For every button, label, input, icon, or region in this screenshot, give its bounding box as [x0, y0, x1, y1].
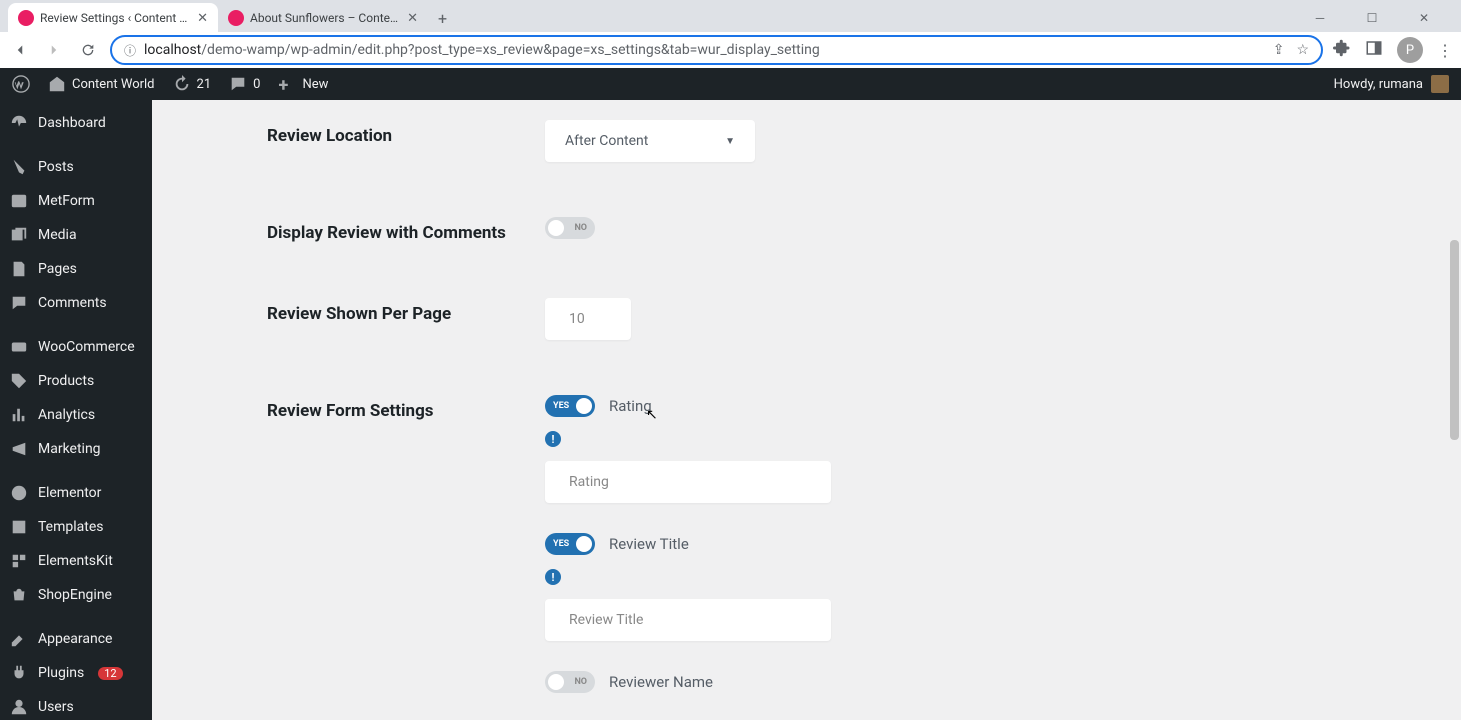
sidebar-item-elementskit[interactable]: ElementsKit — [0, 544, 152, 578]
admin-sidebar: Dashboard Posts MetForm Media Pages Comm… — [0, 100, 152, 720]
sidebar-item-appearance[interactable]: Appearance — [0, 622, 152, 656]
label-form-settings: Review Form Settings — [267, 395, 545, 421]
window-controls: ─ ☐ ✕ — [1303, 11, 1453, 25]
site-name-link[interactable]: Content World — [48, 75, 155, 93]
toggle-reviewer-name[interactable]: NO — [545, 671, 595, 693]
new-content-link[interactable]: +New — [278, 75, 328, 93]
wp-logo[interactable] — [12, 75, 30, 93]
label-per-page: Review Shown Per Page — [267, 298, 545, 324]
info-icon[interactable]: ! — [545, 569, 561, 585]
nav-bar: ⓘ localhost/demo-wamp/wp-admin/edit.php?… — [0, 32, 1461, 68]
extensions-icon[interactable] — [1333, 39, 1351, 61]
address-bar[interactable]: ⓘ localhost/demo-wamp/wp-admin/edit.php?… — [110, 35, 1323, 65]
sidebar-item-comments[interactable]: Comments — [0, 286, 152, 320]
input-rating-label[interactable]: Rating — [545, 461, 831, 503]
forward-button[interactable] — [42, 38, 66, 62]
label-display-with-comments: Display Review with Comments — [267, 217, 545, 243]
form-item-title: Rating — [609, 397, 652, 415]
url-text: localhost/demo-wamp/wp-admin/edit.php?po… — [144, 42, 1265, 58]
sidebar-item-dashboard[interactable]: Dashboard — [0, 106, 152, 140]
sidebar-item-elementor[interactable]: Elementor — [0, 476, 152, 510]
close-icon[interactable]: ✕ — [407, 11, 418, 26]
row-display-with-comments: Display Review with Comments NO — [267, 217, 1421, 243]
howdy-text: Howdy, rumana — [1334, 77, 1423, 92]
share-icon[interactable]: ⇪ — [1273, 42, 1285, 58]
profile-avatar[interactable]: P — [1397, 37, 1423, 63]
info-icon[interactable]: ! — [545, 431, 561, 447]
sidepanel-icon[interactable] — [1365, 39, 1383, 61]
browser-chrome: Review Settings ‹ Content World ✕ About … — [0, 0, 1461, 68]
tab-title: About Sunflowers – Content Wo — [250, 11, 401, 25]
label-review-location: Review Location — [267, 120, 545, 146]
select-value: After Content — [565, 133, 648, 149]
close-icon[interactable]: ✕ — [197, 11, 208, 26]
toggle-review-title[interactable]: YES — [545, 533, 595, 555]
form-item-reviewer-name: NO Reviewer Name — [545, 671, 1421, 693]
form-item-rating: YES Rating ! Rating — [545, 395, 1421, 503]
sidebar-item-posts[interactable]: Posts — [0, 150, 152, 184]
howdy-account[interactable]: Howdy, rumana — [1334, 75, 1449, 93]
sidebar-item-marketing[interactable]: Marketing — [0, 432, 152, 466]
sidebar-item-plugins[interactable]: Plugins12 — [0, 656, 152, 690]
scrollbar[interactable] — [1448, 100, 1461, 720]
updates-link[interactable]: 21 — [173, 75, 212, 93]
sidebar-item-users[interactable]: Users — [0, 690, 152, 720]
sidebar-item-media[interactable]: Media — [0, 218, 152, 252]
bookmark-icon[interactable]: ☆ — [1296, 42, 1309, 58]
wp-adminbar: Content World 21 0 +New Howdy, rumana — [0, 68, 1461, 100]
sidebar-item-analytics[interactable]: Analytics — [0, 398, 152, 432]
avatar-icon — [1431, 75, 1449, 93]
input-review-title-label[interactable]: Review Title — [545, 599, 831, 641]
sidebar-item-templates[interactable]: Templates — [0, 510, 152, 544]
form-item-title: Reviewer Name — [609, 673, 713, 691]
new-tab-button[interactable]: + — [428, 9, 457, 28]
toggle-display-with-comments[interactable]: NO — [545, 217, 595, 239]
row-form-settings: Review Form Settings YES Rating ! Rating… — [267, 395, 1421, 720]
settings-content: Review Location After Content ▼ Display … — [152, 100, 1461, 720]
sidebar-item-pages[interactable]: Pages — [0, 252, 152, 286]
close-window-icon[interactable]: ✕ — [1407, 11, 1441, 25]
back-button[interactable] — [8, 38, 32, 62]
chevron-down-icon: ▼ — [725, 136, 735, 147]
menu-icon[interactable]: ⋮ — [1437, 41, 1453, 60]
site-name: Content World — [72, 77, 155, 92]
new-label: New — [302, 77, 328, 92]
maximize-icon[interactable]: ☐ — [1355, 11, 1389, 25]
toggle-rating[interactable]: YES — [545, 395, 595, 417]
tab-title: Review Settings ‹ Content World — [40, 11, 191, 25]
sidebar-item-woocommerce[interactable]: WooCommerce — [0, 330, 152, 364]
favicon-icon — [18, 10, 34, 26]
browser-tab-active[interactable]: Review Settings ‹ Content World ✕ — [8, 3, 218, 33]
updates-count: 21 — [197, 77, 212, 92]
reload-button[interactable] — [76, 38, 100, 62]
minimize-icon[interactable]: ─ — [1303, 11, 1337, 25]
comments-link[interactable]: 0 — [229, 75, 260, 93]
form-item-review-title: YES Review Title ! Review Title — [545, 533, 1421, 641]
sidebar-item-products[interactable]: Products — [0, 364, 152, 398]
site-info-icon[interactable]: ⓘ — [124, 42, 136, 59]
sidebar-item-metform[interactable]: MetForm — [0, 184, 152, 218]
comments-count: 0 — [253, 77, 260, 92]
select-review-location[interactable]: After Content ▼ — [545, 120, 755, 162]
favicon-icon — [228, 10, 244, 26]
input-per-page[interactable]: 10 — [545, 298, 631, 340]
sidebar-item-shopengine[interactable]: ShopEngine — [0, 578, 152, 612]
browser-tab[interactable]: About Sunflowers – Content Wo ✕ — [218, 3, 428, 33]
row-review-location: Review Location After Content ▼ — [267, 120, 1421, 162]
row-per-page: Review Shown Per Page 10 — [267, 298, 1421, 340]
plugins-badge: 12 — [98, 667, 122, 680]
tab-bar: Review Settings ‹ Content World ✕ About … — [0, 0, 1461, 32]
form-item-title: Review Title — [609, 535, 689, 553]
